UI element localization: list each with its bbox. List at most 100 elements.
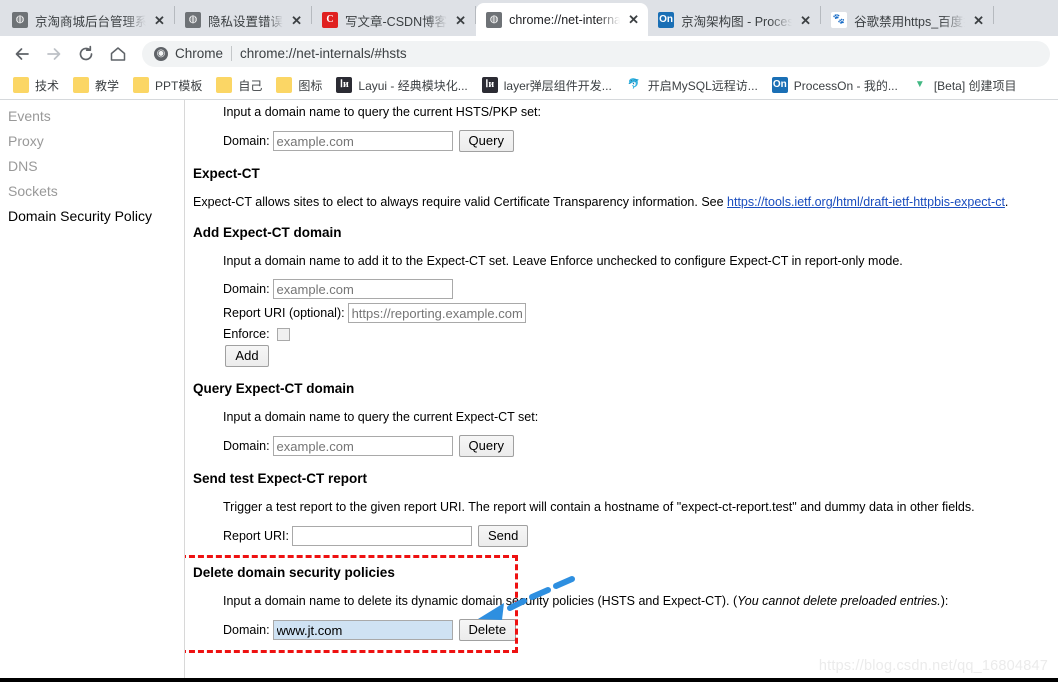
bookmark-label: 教学	[95, 78, 120, 93]
sidebar-item-events[interactable]: Events	[0, 104, 184, 129]
layui-icon: Ⅰи	[481, 77, 498, 93]
bookmark-label: 开启MySQL远程访...	[647, 78, 758, 93]
delete-policies-section: Delete domain security policies Input a …	[185, 555, 1058, 657]
sidebar-item-label: Sockets	[8, 183, 58, 199]
browser-tab-3-active[interactable]: ◍ chrome://net-internals/#hsts ✕	[476, 3, 649, 36]
send-report-button[interactable]: Send	[478, 525, 529, 547]
close-icon[interactable]: ✕	[797, 12, 814, 29]
send-report-description: Trigger a test report to the given repor…	[223, 500, 975, 514]
add-expect-ct-heading: Add Expect-CT domain	[193, 225, 342, 240]
expect-ct-heading: Expect-CT	[193, 166, 260, 181]
processon-icon: On	[771, 77, 788, 93]
bookmark-item[interactable]: 自己	[209, 74, 269, 97]
delete-policies-description-post: ):	[940, 594, 949, 608]
bookmark-item[interactable]: On ProcessOn - 我的...	[765, 74, 905, 97]
add-expect-ct-domain-row: Domain:	[185, 279, 1058, 299]
window-bottom-edge	[0, 678, 1058, 682]
close-icon[interactable]: ✕	[151, 12, 168, 29]
sidebar-item-dns[interactable]: DNS	[0, 154, 184, 179]
add-expect-ct-button[interactable]: Add	[225, 345, 269, 367]
delete-policies-description: Input a domain name to delete its dynami…	[185, 593, 1058, 610]
sidebar-item-label: Proxy	[8, 133, 44, 149]
browser-tab-2[interactable]: C 写文章-CSDN博客 ✕	[312, 4, 475, 36]
omnibox-scheme-label: Chrome	[175, 46, 224, 61]
send-report-heading: Send test Expect-CT report	[193, 471, 368, 486]
add-expect-ct-report-uri-input[interactable]	[347, 303, 526, 323]
bookmark-item[interactable]: PPT模板	[126, 74, 209, 97]
back-icon[interactable]	[8, 40, 36, 68]
tab-title: 隐私设置错误	[208, 14, 284, 29]
delete-policies-button[interactable]: Delete	[458, 619, 517, 641]
browser-tab-0[interactable]: ◍ 京淘商城后台管理系统 ✕	[2, 4, 174, 36]
query-expect-ct-domain-input[interactable]	[272, 436, 453, 456]
browser-tab-1[interactable]: ◍ 隐私设置错误 ✕	[175, 4, 311, 36]
tab-title: 京淘商城后台管理系统	[35, 14, 146, 29]
net-internals-page: Events Proxy DNS Sockets Domain Security…	[0, 100, 1058, 682]
add-expect-ct-description: Input a domain name to add it to the Exp…	[223, 254, 903, 268]
add-expect-ct-enforce-label: Enforce:	[223, 327, 270, 341]
sidebar-item-domain-security-policy[interactable]: Domain Security Policy	[0, 204, 184, 229]
hsts-query-description: Input a domain name to query the current…	[223, 105, 541, 119]
sidebar-item-proxy[interactable]: Proxy	[0, 129, 184, 154]
sidebar-item-sockets[interactable]: Sockets	[0, 179, 184, 204]
query-expect-ct-button[interactable]: Query	[458, 435, 514, 457]
browser-tab-strip: ◍ 京淘商城后台管理系统 ✕ ◍ 隐私设置错误 ✕ C 写文章-CSDN博客 ✕…	[0, 0, 1058, 36]
layui-icon: Ⅰи	[336, 77, 353, 93]
csdn-icon: C	[322, 12, 339, 28]
delete-policies-description-pre: Input a domain name to delete its dynami…	[223, 594, 738, 608]
add-expect-ct-report-uri-row: Report URI (optional):	[185, 303, 1058, 323]
net-internals-content: Input a domain name to query the current…	[185, 100, 1058, 682]
expect-ct-spec-link[interactable]: https://tools.ietf.org/html/draft-ietf-h…	[727, 195, 1005, 209]
hsts-query-button[interactable]: Query	[458, 130, 514, 152]
hsts-query-row: Domain: Query	[185, 130, 1058, 152]
net-internals-sidebar: Events Proxy DNS Sockets Domain Security…	[0, 100, 185, 682]
delete-policies-heading: Delete domain security policies	[193, 565, 395, 580]
bookmark-label: 图标	[298, 78, 323, 93]
tab-divider	[993, 6, 995, 24]
folder-icon	[13, 77, 29, 93]
close-icon[interactable]: ✕	[288, 12, 305, 29]
send-report-uri-input[interactable]	[292, 526, 472, 546]
browser-tab-5[interactable]: 🐾 谷歌禁用https_百度搜索 ✕	[821, 4, 993, 36]
add-expect-ct-button-row: Add	[185, 345, 1058, 367]
delete-policies-domain-input[interactable]	[272, 620, 453, 640]
delete-policies-description-italic: You cannot delete preloaded entries.	[737, 594, 941, 608]
send-report-uri-label: Report URI:	[223, 529, 289, 543]
delete-policies-domain-label: Domain:	[223, 623, 270, 637]
close-icon[interactable]: ✕	[970, 12, 987, 29]
sidebar-item-label: DNS	[8, 158, 38, 174]
address-bar[interactable]: ◉ Chrome chrome://net-internals/#hsts	[142, 40, 1050, 67]
hsts-query-domain-label: Domain:	[223, 134, 270, 148]
add-expect-ct-report-uri-label: Report URI (optional):	[223, 306, 345, 320]
tab-title: 京淘架构图 - ProcessOn	[681, 14, 793, 29]
bookmark-item[interactable]: Ⅰи layer弹层组件开发...	[475, 74, 619, 97]
tab-title: 谷歌禁用https_百度搜索	[854, 14, 965, 29]
bookmark-item[interactable]: 教学	[66, 74, 126, 97]
tab-title: 写文章-CSDN博客	[345, 14, 448, 29]
home-icon[interactable]	[104, 40, 132, 68]
baidu-icon: 🐾	[831, 12, 848, 28]
reload-icon[interactable]	[72, 40, 100, 68]
add-expect-ct-domain-input[interactable]	[272, 279, 453, 299]
sidebar-item-label: Events	[8, 108, 51, 124]
expect-ct-description: Expect-CT allows sites to elect to alway…	[185, 194, 1058, 211]
close-icon[interactable]: ✕	[625, 11, 642, 28]
bookmark-label: 自己	[238, 78, 263, 93]
sidebar-item-label: Domain Security Policy	[8, 208, 152, 224]
hsts-query-domain-input[interactable]	[272, 131, 453, 151]
bookmark-label: ProcessOn - 我的...	[793, 78, 898, 93]
bookmark-label: Layui - 经典模块化...	[358, 78, 468, 93]
bookmark-item[interactable]: 图标	[269, 74, 329, 97]
forward-icon[interactable]	[40, 40, 68, 68]
bookmark-item[interactable]: 🐬 开启MySQL远程访...	[619, 74, 765, 97]
bookmark-item[interactable]: ▼ [Beta] 创建项目	[905, 74, 1024, 97]
bookmark-item[interactable]: Ⅰи Layui - 经典模块化...	[329, 74, 474, 97]
bookmark-item[interactable]: 技术	[6, 74, 66, 97]
folder-icon	[73, 77, 90, 93]
query-expect-ct-row: Domain: Query	[185, 435, 1058, 457]
close-icon[interactable]: ✕	[452, 12, 469, 29]
enforce-checkbox[interactable]	[276, 327, 290, 341]
bookmarks-bar: 技术 教学 PPT模板 自己 图标 Ⅰи Layui - 经典模块化... Ⅰи…	[0, 71, 1058, 100]
browser-tab-4[interactable]: On 京淘架构图 - ProcessOn ✕	[648, 4, 820, 36]
folder-icon	[276, 77, 293, 93]
